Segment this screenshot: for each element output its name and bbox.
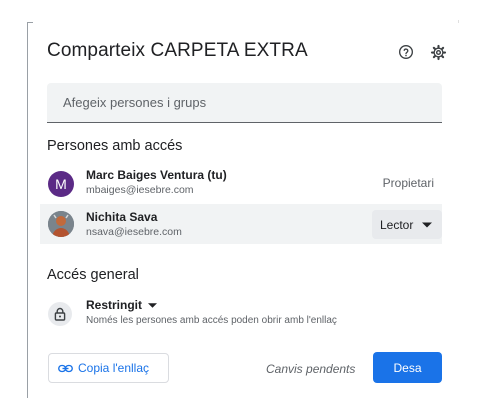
dialog-frame-corner xyxy=(27,22,33,23)
settings-button[interactable] xyxy=(429,43,447,61)
people-with-access-heading: Persones amb accés xyxy=(47,138,183,154)
caret-down-icon xyxy=(148,302,158,308)
person-name: Nichita Sava xyxy=(86,210,158,224)
profile-photo-icon xyxy=(48,211,74,237)
help-circle-icon xyxy=(399,45,413,59)
add-people-input[interactable] xyxy=(47,83,442,122)
dialog-frame-mark xyxy=(458,20,459,23)
role-dropdown-value: Lector xyxy=(380,217,414,232)
person-email: nsava@iesebre.com xyxy=(86,226,182,238)
person-email: mbaiges@iesebre.com xyxy=(86,184,194,196)
avatar-letter: M xyxy=(55,176,67,192)
caret-down-icon xyxy=(422,222,433,227)
avatar xyxy=(48,211,74,237)
gear-icon xyxy=(430,44,446,60)
general-access-icon-badge xyxy=(48,302,72,326)
link-icon xyxy=(58,364,73,372)
owner-role-label: Propietari xyxy=(382,176,434,190)
person-name: Marc Baiges Ventura (tu) xyxy=(86,168,227,182)
general-access-value: Restringit xyxy=(86,298,143,312)
dialog-frame-edge xyxy=(27,22,28,398)
general-access-description: Només les persones amb accés poden obrir… xyxy=(86,315,337,326)
lock-icon xyxy=(54,307,66,321)
add-people-field[interactable] xyxy=(47,83,442,123)
role-dropdown[interactable]: Lector xyxy=(372,210,442,239)
dialog-title: Comparteix CARPETA EXTRA xyxy=(47,40,308,61)
copy-link-button[interactable]: Copia l'enllaç xyxy=(48,353,169,383)
pending-changes-text: Canvis pendents xyxy=(266,362,356,376)
general-access-dropdown[interactable]: Restringit xyxy=(86,298,158,312)
person-row-owner: M Marc Baiges Ventura (tu) mbaiges@ieseb… xyxy=(40,164,442,204)
avatar: M xyxy=(48,171,74,197)
help-button[interactable] xyxy=(397,43,415,61)
copy-link-label: Copia l'enllaç xyxy=(78,361,149,375)
general-access-heading: Accés general xyxy=(47,267,139,283)
person-row-viewer: Nichita Sava nsava@iesebre.com Lector xyxy=(40,204,442,244)
save-button[interactable]: Desa xyxy=(373,352,442,383)
